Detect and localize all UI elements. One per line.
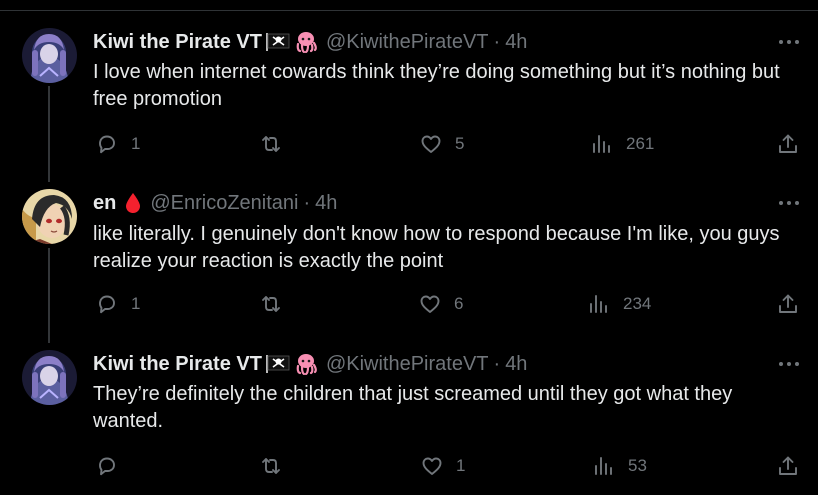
more-options-icon[interactable] (778, 32, 800, 52)
share-icon (779, 134, 797, 153)
share-icon (779, 294, 797, 313)
tweet-actions: 1 6 234 (0, 291, 818, 317)
tweet[interactable]: Kiwi the Pirate VT @KiwithePirateVT · 4h… (0, 330, 818, 495)
view-count: 53 (628, 456, 647, 475)
author-name[interactable]: Kiwi the Pirate VT (93, 353, 262, 376)
like-count: 6 (454, 294, 464, 313)
reply-icon (99, 135, 115, 154)
retweet-button[interactable] (259, 453, 295, 479)
avatar-image (22, 189, 77, 244)
tweet-text: They’re definitely the children that jus… (93, 383, 733, 432)
reply-count: 1 (131, 294, 141, 313)
views-button[interactable]: 234 (587, 291, 651, 317)
tweet-header: Kiwi the Pirate VT @KiwithePirateVT · 4h (93, 352, 527, 376)
avatar[interactable] (22, 350, 77, 405)
timestamp[interactable]: 4h (505, 31, 527, 54)
reply-button[interactable]: 1 (95, 131, 140, 157)
tweet-actions: 1 5 261 (0, 131, 818, 157)
reply-icon (99, 295, 115, 314)
avatar-image (22, 350, 77, 405)
reply-count: 1 (131, 134, 141, 153)
more-options-icon[interactable] (778, 354, 800, 374)
pirate-flag-icon (265, 32, 291, 52)
views-icon (595, 457, 612, 475)
like-button[interactable]: 6 (418, 291, 463, 317)
tweet-text: like literally. I genuinely don't know h… (93, 223, 780, 272)
reply-icon (99, 457, 115, 476)
reply-button[interactable]: 1 (95, 291, 140, 317)
tweet-header: en @EnricoZenitani · 4h (93, 191, 337, 215)
views-button[interactable]: 261 (590, 131, 654, 157)
heart-icon (422, 457, 442, 475)
views-icon (590, 295, 607, 313)
timestamp[interactable]: 4h (315, 192, 337, 215)
tweet[interactable]: Kiwi the Pirate VT @KiwithePirateVT · 4h… (0, 0, 818, 170)
tweet-actions: 1 53 (0, 453, 818, 479)
tweet[interactable]: en @EnricoZenitani · 4h like literally. … (0, 170, 818, 330)
avatar-image (22, 28, 77, 83)
retweet-button[interactable] (259, 291, 295, 317)
like-count: 5 (455, 134, 465, 153)
views-button[interactable]: 53 (592, 453, 647, 479)
author-handle[interactable]: @KiwithePirateVT (326, 31, 489, 54)
octopus-icon (294, 353, 318, 375)
reply-button[interactable] (95, 453, 131, 479)
octopus-icon (294, 31, 318, 53)
share-icon (779, 456, 797, 475)
share-button[interactable] (776, 291, 800, 317)
separator-dot: · (303, 191, 311, 214)
avatar[interactable] (22, 189, 77, 244)
drop-of-blood-icon (124, 192, 142, 214)
share-button[interactable] (776, 453, 800, 479)
like-button[interactable]: 5 (419, 131, 464, 157)
like-count: 1 (456, 456, 466, 475)
tweet-text: I love when internet cowards think they’… (93, 61, 780, 110)
pirate-flag-icon (265, 354, 291, 374)
retweet-icon (262, 136, 280, 152)
like-button[interactable]: 1 (420, 453, 465, 479)
heart-icon (420, 295, 440, 313)
timestamp[interactable]: 4h (505, 353, 527, 376)
views-icon (593, 135, 610, 153)
author-name[interactable]: Kiwi the Pirate VT (93, 31, 262, 54)
author-name[interactable]: en (93, 192, 116, 215)
author-handle[interactable]: @KiwithePirateVT (326, 353, 489, 376)
view-count: 261 (626, 134, 655, 153)
retweet-icon (262, 296, 280, 312)
view-count: 234 (623, 294, 652, 313)
retweet-button[interactable] (259, 131, 295, 157)
reply-thread: Kiwi the Pirate VT @KiwithePirateVT · 4h… (0, 0, 818, 495)
retweet-icon (262, 458, 280, 474)
author-handle[interactable]: @EnricoZenitani (150, 192, 298, 215)
separator-dot: · (493, 352, 501, 375)
tweet-header: Kiwi the Pirate VT @KiwithePirateVT · 4h (93, 30, 527, 54)
avatar[interactable] (22, 28, 77, 83)
separator-dot: · (493, 30, 501, 53)
heart-icon (421, 135, 441, 153)
more-options-icon[interactable] (778, 193, 800, 213)
share-button[interactable] (776, 131, 800, 157)
